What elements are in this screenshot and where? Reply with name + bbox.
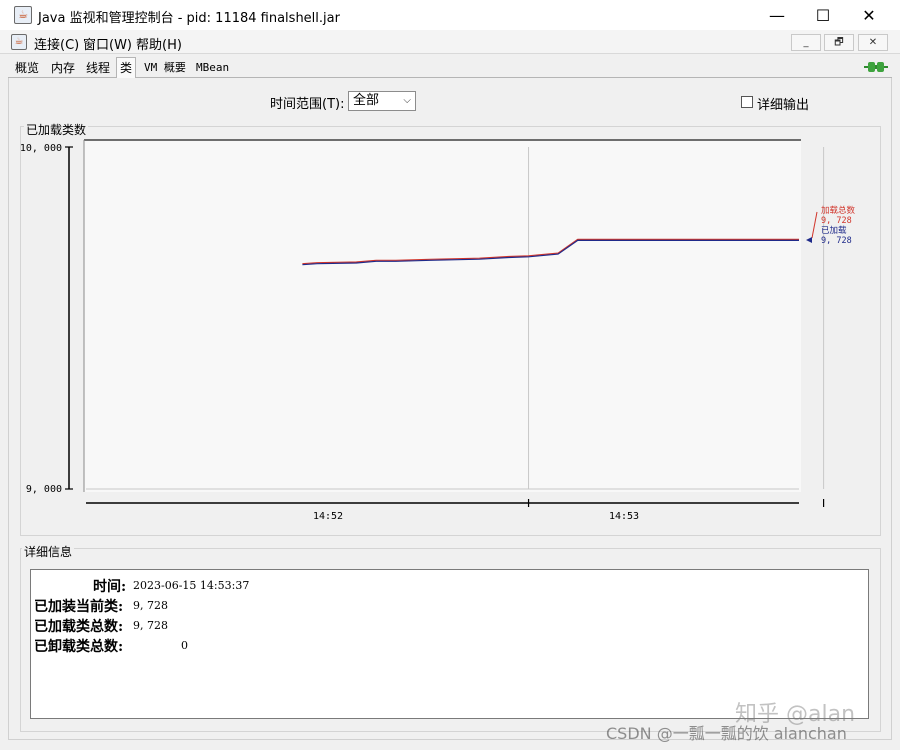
time-value: 2023-06-15 14:53:37 — [133, 579, 250, 592]
x-tick-label: 14:53 — [609, 511, 639, 522]
time-label: 时间: — [93, 579, 127, 595]
legend-loaded-name: 已加载 — [821, 225, 847, 236]
current-classes-value: 9, 728 — [133, 599, 168, 612]
details-title: 详细信息 — [22, 543, 75, 560]
legend-leader-total — [811, 211, 818, 239]
legend-total-name: 加载总数 — [821, 205, 856, 216]
csdn-watermark: CSDN @一瓢一瓢的饮 alanchan — [606, 724, 847, 743]
x-tick-label: 14:52 — [313, 511, 343, 522]
plot-area — [84, 140, 801, 492]
total-unloaded-label: 已卸载类总数: — [34, 639, 124, 655]
legend-loaded-value: 9, 728 — [821, 236, 852, 246]
y-tick-label: 10, 000 — [20, 143, 62, 154]
current-classes-label: 已加装当前类: — [34, 599, 124, 615]
total-unloaded-value: 0 — [181, 639, 188, 652]
total-loaded-value: 9, 728 — [133, 619, 168, 632]
current-value-marker-icon — [806, 237, 812, 243]
total-loaded-label: 已加载类总数: — [34, 619, 124, 635]
legend-total-value: 9, 728 — [821, 216, 852, 226]
y-tick-label: 9, 000 — [26, 484, 62, 495]
